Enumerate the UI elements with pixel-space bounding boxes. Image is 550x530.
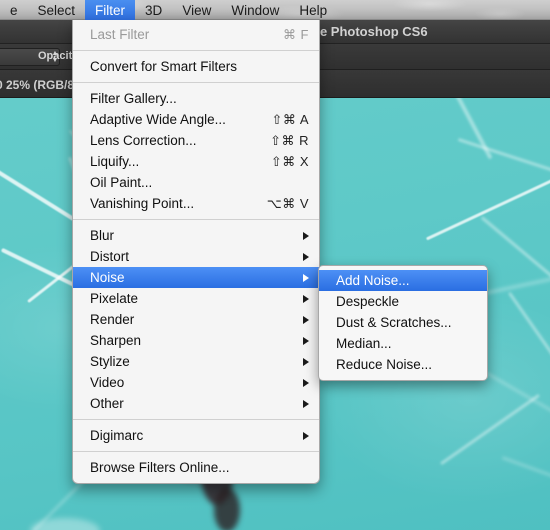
filter-menu-item-other[interactable]: Other [73, 393, 319, 414]
filter-menu-item-noise[interactable]: Noise [73, 267, 319, 288]
filter-menu-item-render[interactable]: Render [73, 309, 319, 330]
filter-menu-item-lens-correction[interactable]: Lens Correction... ⇧⌘ R [73, 130, 319, 151]
noise-item-label: Add Noise... [336, 273, 410, 288]
filter-menu-item-video[interactable]: Video [73, 372, 319, 393]
filter-menu-item-adaptive-wide-angle[interactable]: Adaptive Wide Angle... ⇧⌘ A [73, 109, 319, 130]
menubar-item-e[interactable]: e [0, 0, 28, 20]
filter-menu-item-separator [73, 82, 319, 83]
noise-submenu[interactable]: Add Noise... Despeckle Dust & Scratches...… [318, 265, 488, 381]
filter-menu-item-browse-filters-online[interactable]: Browse Filters Online... [73, 457, 319, 478]
chevron-right-icon [303, 294, 309, 303]
filter-menu-item-convert-for-smart-filters[interactable]: Convert for Smart Filters [73, 56, 319, 77]
filter-menu-item-shortcut: ⇧⌘ X [270, 153, 309, 169]
menubar-item-filter[interactable]: Filter [85, 0, 136, 20]
filter-dropdown-menu[interactable]: Last Filter ⌘ F Convert for Smart Filters F… [72, 20, 320, 484]
filter-menu-item-label: Oil Paint... [90, 175, 153, 190]
filter-menu-item-label: Liquify... [90, 154, 140, 169]
filter-menu-item-stylize[interactable]: Stylize [73, 351, 319, 372]
filter-menu-item-shortcut: ⌘ F [282, 26, 309, 42]
filter-menu-item-filter-gallery[interactable]: Filter Gallery... [73, 88, 319, 109]
filter-menu-item-label: Blur [90, 228, 115, 243]
filter-menu-item-distort[interactable]: Distort [73, 246, 319, 267]
menu-bar: e Select Filter 3D View Window Help [0, 0, 550, 20]
filter-menu-item-label: Lens Correction... [90, 133, 197, 148]
filter-menu-item-label: Last Filter [90, 27, 150, 42]
filter-menu-item-label: Video [90, 375, 125, 390]
filter-menu-item-last-filter: Last Filter ⌘ F [73, 24, 319, 45]
chevron-right-icon [303, 231, 309, 240]
filter-menu-item-label: Render [90, 312, 135, 327]
menubar-item-window[interactable]: Window [221, 0, 289, 20]
menubar-item-view[interactable]: View [172, 0, 221, 20]
filter-menu-item-vanishing-point[interactable]: Vanishing Point... ⌥⌘ V [73, 193, 319, 214]
filter-menu-item-label: Noise [90, 270, 125, 285]
filter-menu-item-separator [73, 451, 319, 452]
filter-menu-item-oil-paint[interactable]: Oil Paint... [73, 172, 319, 193]
noise-item-reduce-noise[interactable]: Reduce Noise... [319, 354, 487, 375]
noise-item-add-noise[interactable]: Add Noise... [319, 270, 487, 291]
filter-menu-item-blur[interactable]: Blur [73, 225, 319, 246]
chevron-right-icon [303, 399, 309, 408]
menubar-item-3d[interactable]: 3D [135, 0, 172, 20]
chevron-right-icon [303, 252, 309, 261]
filter-menu-item-digimarc[interactable]: Digimarc [73, 425, 319, 446]
filter-menu-item-pixelate[interactable]: Pixelate [73, 288, 319, 309]
chevron-right-icon [303, 431, 309, 440]
chevron-right-icon [303, 378, 309, 387]
application-title: be Photoshop CS6 [312, 24, 428, 39]
opacity-label: Opacit [38, 50, 73, 62]
filter-menu-item-label: Browse Filters Online... [90, 460, 230, 475]
filter-menu-item-label: Adaptive Wide Angle... [90, 112, 226, 127]
filter-menu-item-shortcut: ⌥⌘ V [266, 195, 309, 211]
filter-menu-item-label: Pixelate [90, 291, 139, 306]
noise-item-label: Median... [336, 336, 392, 351]
noise-item-dust-scratches[interactable]: Dust & Scratches... [319, 312, 487, 333]
chevron-right-icon [303, 336, 309, 345]
filter-menu-item-label: Digimarc [90, 428, 144, 443]
noise-item-label: Despeckle [336, 294, 400, 309]
noise-item-despeckle[interactable]: Despeckle [319, 291, 487, 312]
filter-menu-item-shortcut: ⇧⌘ A [271, 111, 309, 127]
noise-item-label: Dust & Scratches... [336, 315, 452, 330]
document-tab-left[interactable]: 0 25% (RGB/8) [0, 78, 78, 92]
menubar-item-help[interactable]: Help [289, 0, 337, 20]
filter-menu-item-liquify[interactable]: Liquify... ⇧⌘ X [73, 151, 319, 172]
filter-menu-item-label: Convert for Smart Filters [90, 59, 238, 74]
filter-menu-item-label: Distort [90, 249, 130, 264]
noise-item-label: Reduce Noise... [336, 357, 433, 372]
filter-menu-item-label: Other [90, 396, 124, 411]
filter-menu-item-shortcut: ⇧⌘ R [270, 132, 309, 148]
chevron-right-icon [303, 315, 309, 324]
filter-menu-item-label: Stylize [90, 354, 130, 369]
noise-item-median[interactable]: Median... [319, 333, 487, 354]
filter-menu-item-separator [73, 219, 319, 220]
filter-menu-item-separator [73, 419, 319, 420]
filter-menu-item-label: Vanishing Point... [90, 196, 195, 211]
filter-menu-item-label: Sharpen [90, 333, 142, 348]
filter-menu-item-separator [73, 50, 319, 51]
menubar-item-select[interactable]: Select [28, 0, 86, 20]
chevron-right-icon [303, 357, 309, 366]
chevron-right-icon [303, 273, 309, 282]
filter-menu-item-sharpen[interactable]: Sharpen [73, 330, 319, 351]
filter-menu-item-label: Filter Gallery... [90, 91, 177, 106]
